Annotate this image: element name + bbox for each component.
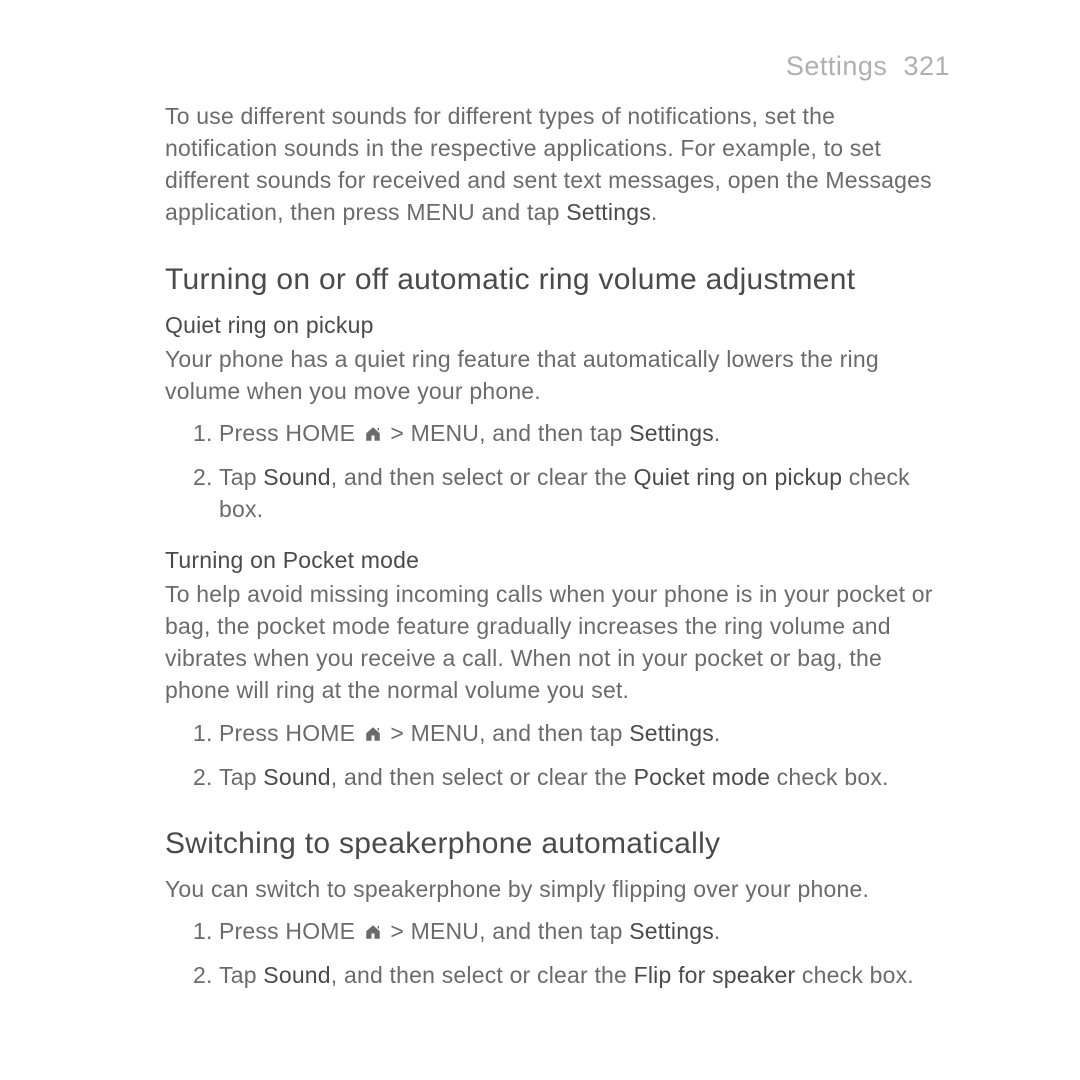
section-title-speakerphone: Switching to speakerphone automatically (165, 823, 950, 865)
list-item: Press HOME > MENU, and then tap Settings… (193, 417, 950, 451)
home-icon (364, 719, 382, 751)
speakerphone-steps: Press HOME > MENU, and then tap Settings… (165, 915, 950, 991)
home-icon (364, 419, 382, 451)
section-speakerphone: Switching to speakerphone automatically … (165, 823, 950, 992)
settings-strong: Settings (566, 199, 651, 225)
subsection-quiet-ring: Quiet ring on pickup (165, 309, 950, 341)
subsection-pocket-mode: Turning on Pocket mode (165, 544, 950, 576)
home-icon (364, 917, 382, 949)
header-section: Settings (786, 51, 888, 81)
page-number: 321 (903, 51, 950, 81)
list-item: Tap Sound, and then select or clear the … (193, 959, 950, 991)
list-item: Tap Sound, and then select or clear the … (193, 761, 950, 793)
quiet-ring-paragraph: Your phone has a quiet ring feature that… (165, 343, 950, 407)
list-item: Press HOME > MENU, and then tap Settings… (193, 915, 950, 949)
pocket-mode-steps: Press HOME > MENU, and then tap Settings… (165, 717, 950, 793)
list-item: Press HOME > MENU, and then tap Settings… (193, 717, 950, 751)
list-item: Tap Sound, and then select or clear the … (193, 461, 950, 525)
page-header: Settings 321 (165, 48, 950, 86)
quiet-ring-steps: Press HOME > MENU, and then tap Settings… (165, 417, 950, 526)
section-title-ring: Turning on or off automatic ring volume … (165, 259, 950, 301)
speakerphone-paragraph: You can switch to speakerphone by simply… (165, 873, 950, 905)
section-ring-volume: Turning on or off automatic ring volume … (165, 259, 950, 793)
pocket-mode-paragraph: To help avoid missing incoming calls whe… (165, 578, 950, 707)
intro-paragraph: To use different sounds for different ty… (165, 100, 950, 229)
